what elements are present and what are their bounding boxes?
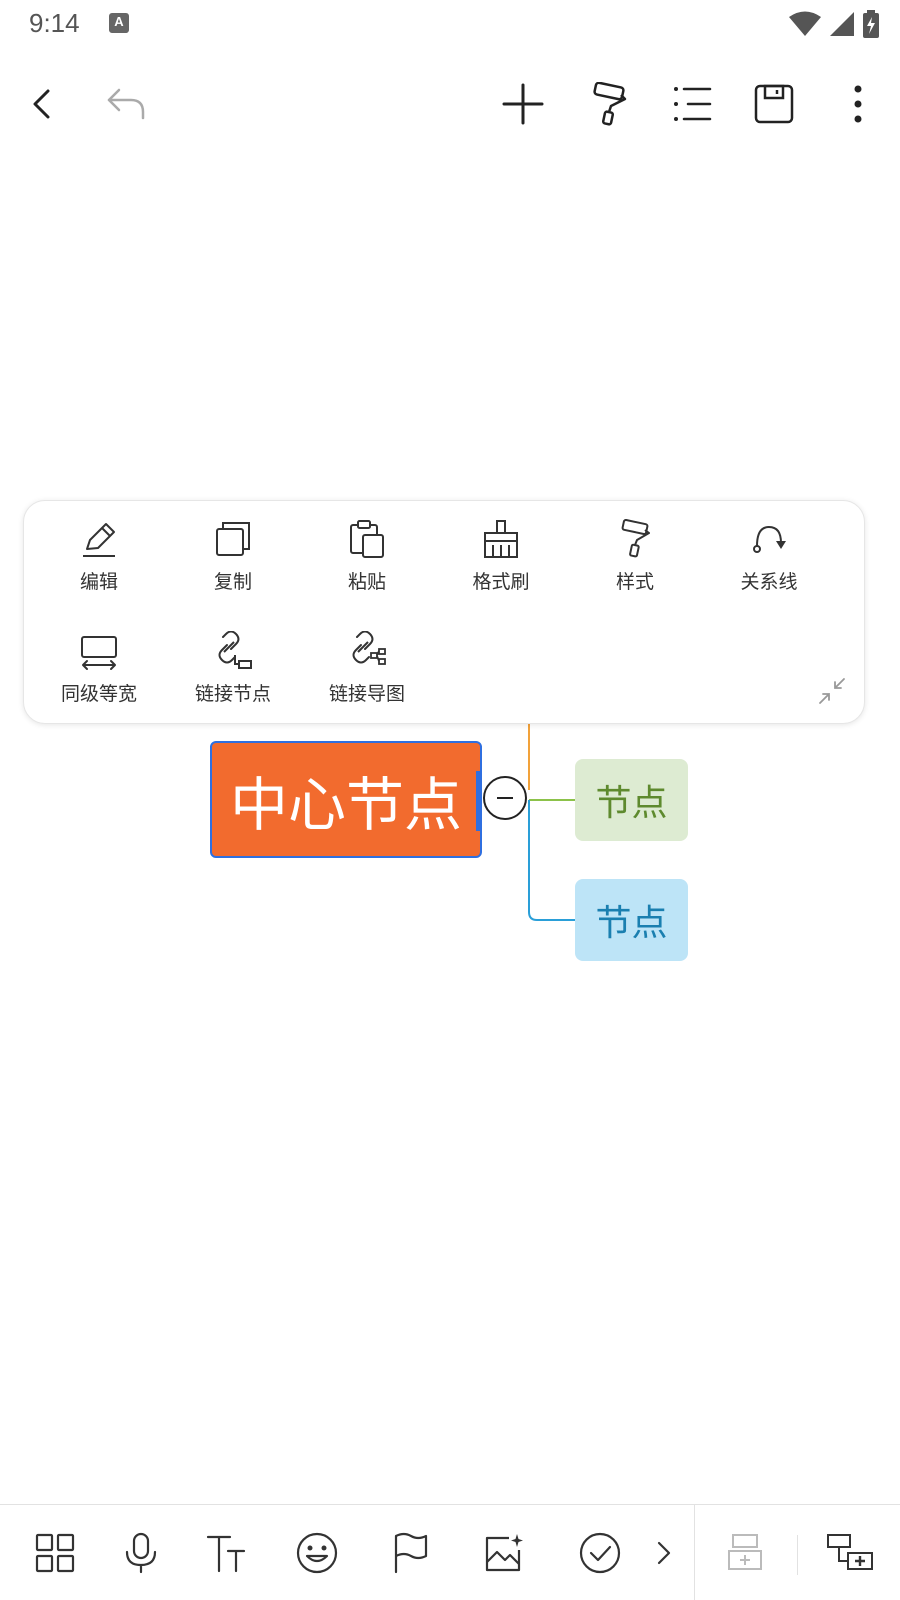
outline-button[interactable]	[664, 76, 720, 132]
image-icon	[485, 1534, 523, 1572]
menu-item-label: 链接节点	[194, 683, 271, 705]
central-node-label: 中心节点	[229, 770, 462, 839]
paint-roller-icon	[621, 519, 650, 558]
task-button[interactable]	[572, 1525, 628, 1581]
flag-button[interactable]	[382, 1525, 438, 1581]
collapse-menu-button[interactable]	[814, 673, 850, 709]
child-node[interactable]: 节点	[575, 879, 688, 961]
menu-item-label: 关系线	[740, 571, 798, 593]
insert-child-button[interactable]	[822, 1525, 878, 1581]
link-map-icon	[352, 631, 386, 665]
node-context-menu: 编辑 复制 粘贴 格式刷 样式 关系线 同级等宽 链接节点 链接导图	[23, 500, 865, 724]
paste-icon	[350, 520, 384, 558]
menu-item-label: 编辑	[79, 571, 118, 593]
menu-item-label: 同级等宽	[60, 683, 137, 705]
text-size-icon	[206, 1535, 246, 1573]
collapse-toggle-button[interactable]	[483, 776, 527, 820]
menu-item-label: 样式	[615, 571, 654, 593]
toolbar-divider	[797, 1535, 798, 1575]
battery-icon	[863, 10, 879, 38]
outline-list-icon	[674, 87, 712, 121]
add-button[interactable]	[495, 76, 551, 132]
menu-item-style[interactable]: 样式	[580, 517, 690, 607]
wifi-icon	[789, 11, 821, 36]
back-button[interactable]	[15, 76, 71, 132]
menu-item-copy[interactable]: 复制	[178, 517, 288, 607]
menu-item-label: 格式刷	[472, 571, 530, 593]
layout-button[interactable]	[27, 1525, 83, 1581]
signal-icon	[830, 12, 854, 36]
toolbar-divider	[694, 1505, 695, 1600]
menu-item-link-map[interactable]: 链接导图	[312, 629, 422, 719]
layout-grid-icon	[35, 1533, 75, 1573]
status-time: 9:14	[29, 8, 80, 38]
menu-item-label: 链接导图	[328, 683, 405, 705]
menu-item-link-node[interactable]: 链接节点	[178, 629, 288, 719]
save-icon	[754, 84, 794, 124]
menu-item-paste[interactable]: 粘贴	[312, 517, 422, 607]
undo-icon	[107, 88, 145, 120]
format-painter-icon	[593, 82, 627, 126]
selection-handle[interactable]	[476, 771, 482, 831]
format-painter-button[interactable]	[581, 76, 637, 132]
check-circle-icon	[579, 1532, 621, 1574]
save-button[interactable]	[746, 76, 802, 132]
voice-button[interactable]	[113, 1525, 169, 1581]
insert-sibling-button[interactable]	[718, 1525, 774, 1581]
status-bar: 9:14 A	[0, 0, 900, 48]
insert-sibling-icon	[728, 1534, 762, 1570]
more-vert-icon	[854, 85, 862, 123]
child-node-label: 节点	[595, 783, 668, 824]
child-node-label: 节点	[595, 903, 668, 944]
undo-button[interactable]	[98, 76, 154, 132]
back-icon	[33, 89, 50, 119]
flag-icon	[394, 1532, 428, 1574]
chevron-right-icon	[657, 1541, 671, 1565]
add-icon	[502, 83, 544, 125]
collapse-arrows-icon	[819, 678, 845, 704]
menu-item-format-brush[interactable]: 格式刷	[446, 517, 556, 607]
microphone-icon	[125, 1532, 157, 1574]
more-tools-button[interactable]	[644, 1525, 684, 1581]
copy-icon	[216, 522, 250, 556]
equal-width-icon	[81, 636, 117, 670]
top-toolbar	[0, 64, 900, 144]
relation-line-icon	[753, 525, 786, 553]
notification-icon: A	[109, 13, 129, 33]
image-button[interactable]	[476, 1525, 532, 1581]
menu-item-label: 粘贴	[347, 571, 386, 593]
minus-icon	[497, 797, 513, 799]
format-brush-icon	[484, 520, 518, 558]
child-node[interactable]: 节点	[575, 759, 688, 841]
status-icons	[788, 10, 880, 38]
insert-child-icon	[827, 1534, 873, 1570]
pencil-icon	[83, 523, 115, 557]
emoji-button[interactable]	[289, 1525, 345, 1581]
menu-item-edit[interactable]: 编辑	[44, 517, 154, 607]
central-node[interactable]: 中心节点	[210, 741, 482, 858]
text-style-button[interactable]	[199, 1525, 255, 1581]
emoji-icon	[296, 1532, 338, 1574]
menu-item-equal-width[interactable]: 同级等宽	[44, 629, 154, 719]
menu-item-label: 复制	[213, 571, 252, 593]
bottom-toolbar	[0, 1504, 900, 1600]
menu-item-relation-line[interactable]: 关系线	[714, 517, 824, 607]
more-button[interactable]	[830, 76, 886, 132]
link-node-icon	[218, 631, 252, 669]
